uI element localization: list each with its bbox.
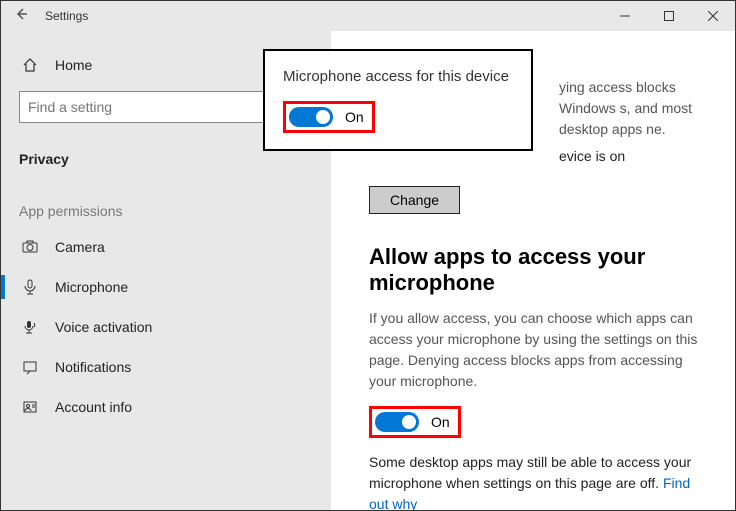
sidebar-item-label: Account info [55, 399, 132, 415]
close-button[interactable] [691, 1, 735, 31]
sidebar-item-camera[interactable]: Camera [1, 227, 331, 267]
sidebar-item-notifications[interactable]: Notifications [1, 347, 331, 387]
titlebar: Settings [1, 1, 735, 31]
settings-window: Settings Home Privacy A [0, 0, 736, 511]
apps-access-toggle[interactable] [375, 412, 419, 432]
voice-icon [19, 319, 41, 335]
account-icon [19, 399, 41, 415]
minimize-button[interactable] [603, 1, 647, 31]
device-status: evice is on [559, 148, 707, 164]
back-button[interactable] [1, 7, 41, 26]
allow-apps-description: If you allow access, you can choose whic… [369, 308, 707, 392]
sidebar-item-microphone[interactable]: Microphone [1, 267, 331, 307]
device-toggle-highlight: On [283, 101, 375, 133]
sidebar-item-voice[interactable]: Voice activation [1, 307, 331, 347]
microphone-icon [19, 279, 41, 295]
group-app-permissions: App permissions [1, 173, 331, 227]
device-access-toggle[interactable] [289, 107, 333, 127]
camera-icon [19, 239, 41, 255]
minimize-icon [620, 11, 630, 21]
sidebar-item-label: Notifications [55, 359, 131, 375]
footer-note: Some desktop apps may still be able to a… [369, 452, 707, 510]
allow-apps-heading: Allow apps to access your microphone [369, 244, 707, 296]
home-icon [19, 57, 41, 73]
close-icon [708, 11, 718, 21]
sidebar-item-label: Microphone [55, 279, 128, 295]
popup-title: Microphone access for this device [283, 67, 513, 87]
sidebar-item-account[interactable]: Account info [1, 387, 331, 427]
maximize-button[interactable] [647, 1, 691, 31]
sidebar-item-label: Voice activation [55, 319, 152, 335]
arrow-left-icon [14, 7, 28, 21]
maximize-icon [664, 11, 674, 21]
device-access-popup: Microphone access for this device On [263, 49, 533, 151]
home-label: Home [55, 57, 92, 73]
sidebar-item-label: Camera [55, 239, 105, 255]
device-toggle-label: On [345, 109, 364, 125]
partial-text: ying access blocks Windows s, and most d… [559, 77, 707, 140]
window-title: Settings [41, 9, 88, 23]
apps-toggle-label: On [431, 414, 450, 430]
change-button[interactable]: Change [369, 186, 460, 214]
apps-toggle-highlight: On [369, 406, 461, 438]
notifications-icon [19, 359, 41, 375]
